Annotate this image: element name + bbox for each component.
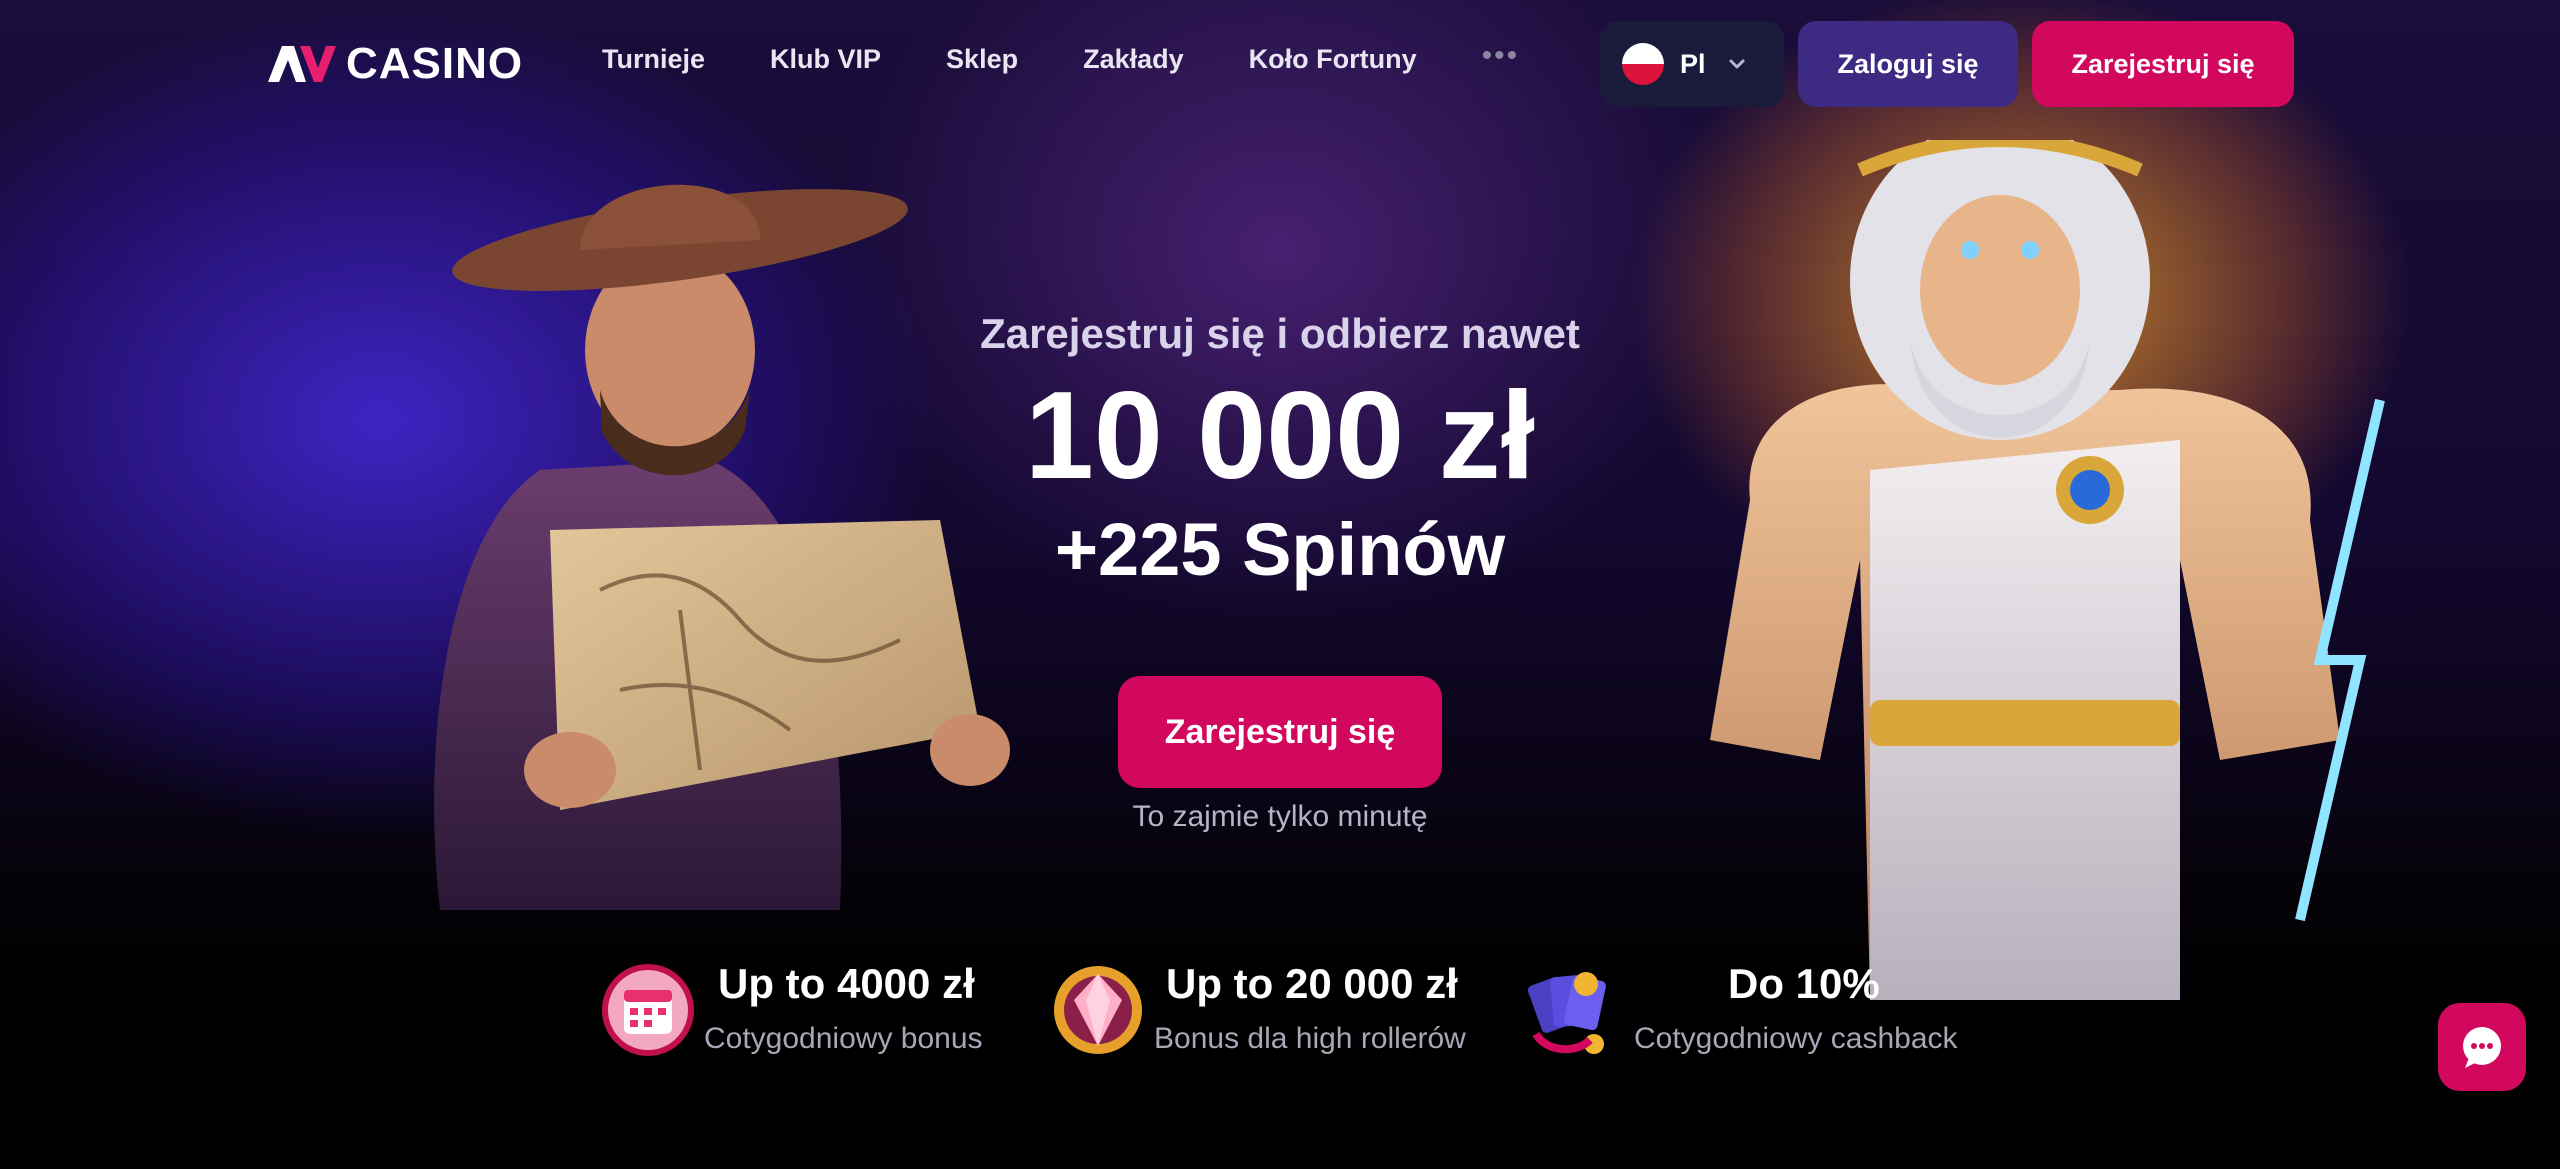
brand-logo-mark-icon xyxy=(268,46,336,82)
feature-title: Do 10% xyxy=(1728,960,1880,1007)
language-label: Pl xyxy=(1680,48,1706,79)
nav-item-zaklady[interactable]: Zakłady xyxy=(1083,44,1184,75)
brand-name: CASINO xyxy=(346,39,524,88)
nav-item-sklep[interactable]: Sklep xyxy=(946,44,1018,75)
calendar-icon xyxy=(602,964,694,1056)
main-nav: Turnieje Klub VIP Sklep Zakłady Koło For… xyxy=(602,41,1520,75)
site-header: CASINO Turnieje Klub VIP Sklep Zakłady K… xyxy=(0,0,2560,128)
feature-title: Up to 4000 zł xyxy=(718,960,975,1007)
poland-flag-icon xyxy=(1622,43,1664,85)
hero-note: To zajmie tylko minutę xyxy=(1132,800,1428,833)
nav-item-klub-vip[interactable]: Klub VIP xyxy=(770,44,881,75)
feature-desc: Cotygodniowy cashback xyxy=(1634,1022,1958,1055)
language-selector[interactable]: Pl xyxy=(1600,21,1784,107)
chevron-down-icon xyxy=(1729,59,1745,69)
hero-subtitle: Zarejestruj się i odbierz nawet xyxy=(980,310,1580,357)
cards-cashback-icon xyxy=(1527,972,1606,1054)
nav-item-turnieje[interactable]: Turnieje xyxy=(602,44,705,75)
ellipsis-icon[interactable]: ••• xyxy=(1482,41,1520,75)
features-bar: Up to 4000 zł Cotygodniowy bonus Up to 2… xyxy=(0,950,2560,1070)
login-button[interactable]: Zaloguj się xyxy=(1798,21,2018,107)
zeus-character-image xyxy=(1710,140,2385,1000)
chat-icon xyxy=(2463,1027,2501,1068)
feature-desc: Cotygodniowy bonus xyxy=(704,1022,983,1055)
brand-logo[interactable]: CASINO xyxy=(266,39,524,88)
hero-spins: +225 Spinów xyxy=(1054,508,1506,591)
gem-icon xyxy=(1054,966,1142,1054)
chat-button[interactable] xyxy=(2438,1003,2526,1091)
feature-desc: Bonus dla high rollerów xyxy=(1154,1022,1466,1055)
register-button[interactable]: Zarejestruj się xyxy=(2032,21,2294,107)
feature-title: Up to 20 000 zł xyxy=(1166,960,1458,1007)
hero-bonus-amount: 10 000 zł xyxy=(1024,367,1536,505)
hero-section: Zarejestruj się i odbierz nawet 10 000 z… xyxy=(880,310,1680,592)
hero-register-button[interactable]: Zarejestruj się xyxy=(1118,676,1442,788)
nav-item-kolo-fortuny[interactable]: Koło Fortuny xyxy=(1249,44,1417,75)
